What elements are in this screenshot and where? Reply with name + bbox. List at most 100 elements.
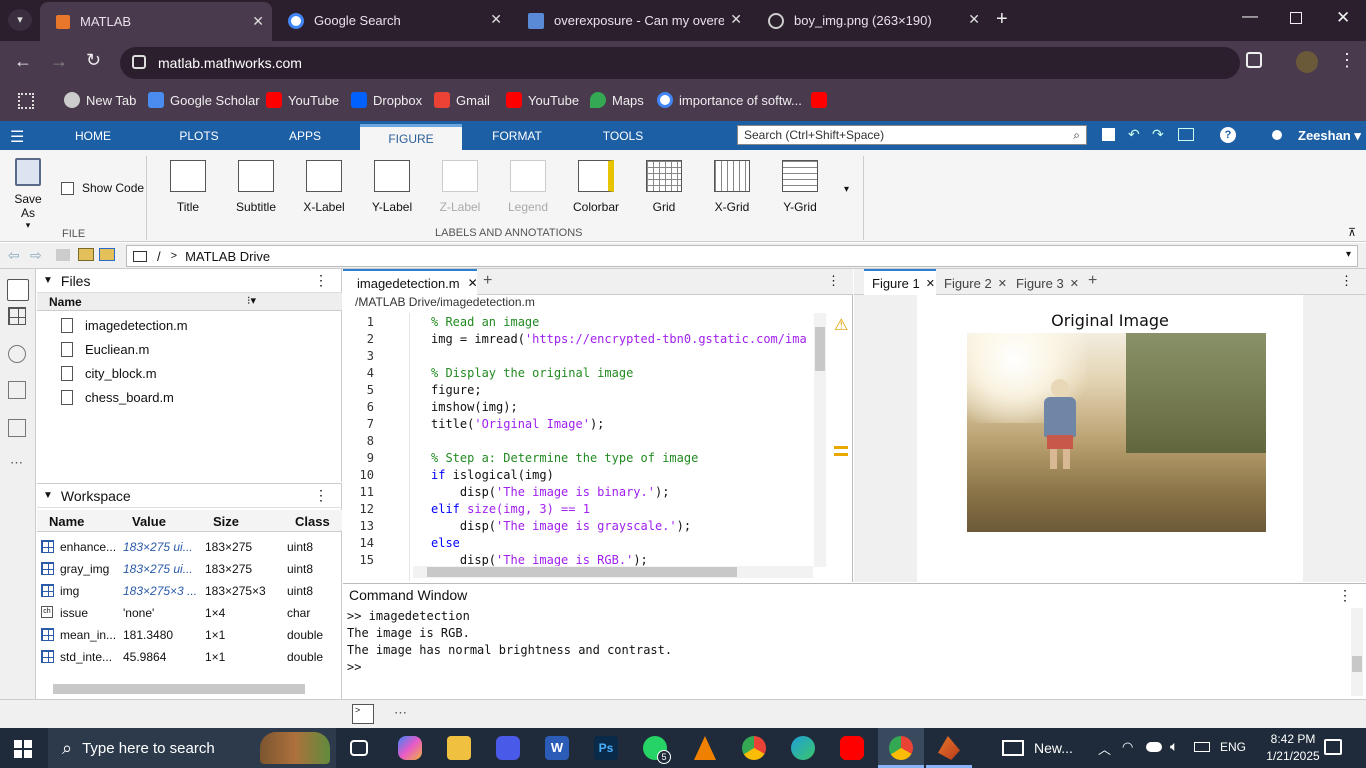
workspace-row[interactable]: std_inte... 45.9864 1×1 double [37,646,342,668]
photoshop-icon[interactable]: Ps [594,736,618,760]
workspace-row[interactable]: gray_img 183×275 ui... 183×275 uint8 [37,558,342,580]
bookmark-youtube-2[interactable]: YouTube [506,85,579,115]
tab-apps[interactable]: APPS [272,121,338,150]
close-icon[interactable]: ✕ [926,277,935,290]
show-code-checkbox[interactable]: Show Code [61,181,144,195]
chevron-up-icon[interactable]: ︿ [1098,739,1111,758]
editor-tab-imagedetection[interactable]: imagedetection.m ✕ [343,269,478,295]
project-icon[interactable] [8,419,26,437]
more-icon[interactable]: ⋯ [10,455,23,471]
browser-tab-boy-img[interactable]: boy_img.png (263×190) ✕ [752,0,988,41]
new-tab-button[interactable]: + [483,272,492,290]
col-size[interactable]: Size [213,514,239,529]
help-icon[interactable]: ? [1220,127,1236,143]
hamburger-icon[interactable]: ☰ [10,127,24,147]
task-view-icon[interactable] [350,740,368,756]
whatsapp-icon[interactable]: 5 [643,736,671,764]
close-icon[interactable]: ✕ [968,11,980,28]
addons-icon[interactable] [8,381,26,399]
bookmark-google-scholar[interactable]: Google Scholar [148,85,260,115]
reload-icon[interactable]: ↻ [86,50,101,71]
youtube-icon[interactable] [840,736,864,760]
chrome-icon[interactable] [742,736,766,760]
grid-button[interactable]: Grid [632,160,696,214]
tab-tools[interactable]: TOOLS [590,121,656,150]
windows-start-icon[interactable] [14,740,32,758]
file-item[interactable]: city_block.m [37,361,342,385]
browser-tab-overexposure[interactable]: overexposure - Can my overexp ✕ [512,0,750,41]
tab-figure[interactable]: FIGURE [360,124,462,150]
word-icon[interactable]: W [545,736,569,760]
figure-tab-3[interactable]: Figure 3 ✕ [1008,271,1080,295]
column-options-icon[interactable]: ⁝▾ [247,294,256,307]
address-bar[interactable]: matlab.mathworks.com [120,47,1240,79]
search-icon[interactable]: ⌕ [1073,128,1080,143]
horizontal-scrollbar[interactable] [413,566,813,578]
layout-icon[interactable] [1178,128,1194,141]
title-button[interactable]: Title [156,160,220,214]
vertical-scrollbar[interactable] [814,313,826,567]
figure-tab-2[interactable]: Figure 2 ✕ [936,271,1008,295]
close-window-button[interactable]: ✕ [1336,8,1350,28]
command-output[interactable]: >> imagedetection The image is RGB. The im… [347,609,1337,677]
bookmark-youtube-3[interactable] [811,85,833,115]
volume-icon[interactable]: 🔈︎ [1170,738,1178,755]
matlab-taskbar-icon[interactable] [926,728,972,768]
bookmark-new-tab[interactable]: New Tab [64,85,136,115]
restore-button[interactable] [1290,12,1302,24]
col-value[interactable]: Value [132,514,166,529]
profile-avatar[interactable] [1296,51,1318,73]
tab-format[interactable]: FORMAT [484,121,550,150]
colorbar-button[interactable]: Colorbar [564,160,628,214]
cloud-icon[interactable] [1146,742,1162,752]
panel-menu-icon[interactable]: ⋮ [314,272,328,289]
warning-marker[interactable] [834,446,848,449]
folder-crumb[interactable]: MATLAB Drive [185,249,270,264]
wifi-icon[interactable]: ◠ [1122,739,1133,755]
tab-plots[interactable]: PLOTS [166,121,232,150]
scrollbar-thumb[interactable] [427,567,737,577]
col-name[interactable]: Name [49,514,84,529]
new-folder-icon[interactable] [78,248,94,261]
save-as-button[interactable]: Save As ▾ [6,158,50,231]
app-icon[interactable] [496,736,520,760]
checkbox-box[interactable] [61,181,74,195]
subtitle-button[interactable]: Subtitle [224,160,288,214]
collapse-ribbon-icon[interactable]: ⊼ [1348,226,1356,239]
history-panel-icon[interactable] [8,345,26,363]
bookmark-importance[interactable]: importance of softw... [657,85,802,115]
col-class[interactable]: Class [295,514,330,529]
code-area[interactable]: 1 % Read an image 2 img = imread('https://e… [343,313,813,567]
back-icon[interactable]: ⇦ [8,247,20,264]
file-item[interactable]: Eucliean.m [37,337,342,361]
ribbon-expand-chevron[interactable]: ▾ [844,184,849,195]
bookmark-youtube[interactable]: YouTube [266,85,339,115]
panel-menu-icon[interactable]: ⋮ [1340,273,1353,289]
path-field[interactable]: / > MATLAB Drive ▾ [126,245,1358,267]
back-icon[interactable]: ← [14,51,32,72]
xgrid-button[interactable]: X-Grid [700,160,764,214]
workspace-row[interactable]: img 183×275×3 ... 183×275×3 uint8 [37,580,342,602]
bookmark-maps[interactable]: Maps [590,85,644,115]
file-explorer-icon[interactable] [447,736,471,760]
taskbar-search[interactable]: ⌕ Type here to search [48,728,336,768]
scrollbar-thumb[interactable] [815,327,825,371]
clock[interactable]: 8:42 PM 1/21/2025 [1262,731,1324,765]
collapse-icon[interactable]: ▼ [43,275,53,286]
xlabel-button[interactable]: X-Label [292,160,356,214]
apps-grid-icon[interactable] [18,93,34,109]
site-info-icon[interactable] [132,55,146,69]
matlab-search-input[interactable]: Search (Ctrl+Shift+Space) ⌕ [737,125,1087,145]
menu-icon[interactable]: ⋮ [1338,50,1356,71]
browser-tab-google-search[interactable]: Google Search ✕ [272,0,510,41]
close-icon[interactable]: ✕ [730,11,742,28]
close-icon[interactable]: ✕ [468,276,478,290]
tab-search-icon[interactable]: ▾ [8,9,32,31]
files-panel-icon[interactable] [7,279,29,301]
workspace-row[interactable]: enhance... 183×275 ui... 183×275 uint8 [37,536,342,558]
battery-icon[interactable] [1194,742,1210,752]
more-icon[interactable]: ⋯ [394,705,407,721]
minimize-button[interactable]: — [1242,8,1258,26]
figure-canvas[interactable]: Original Image [917,295,1303,582]
vlc-icon[interactable] [694,736,716,760]
